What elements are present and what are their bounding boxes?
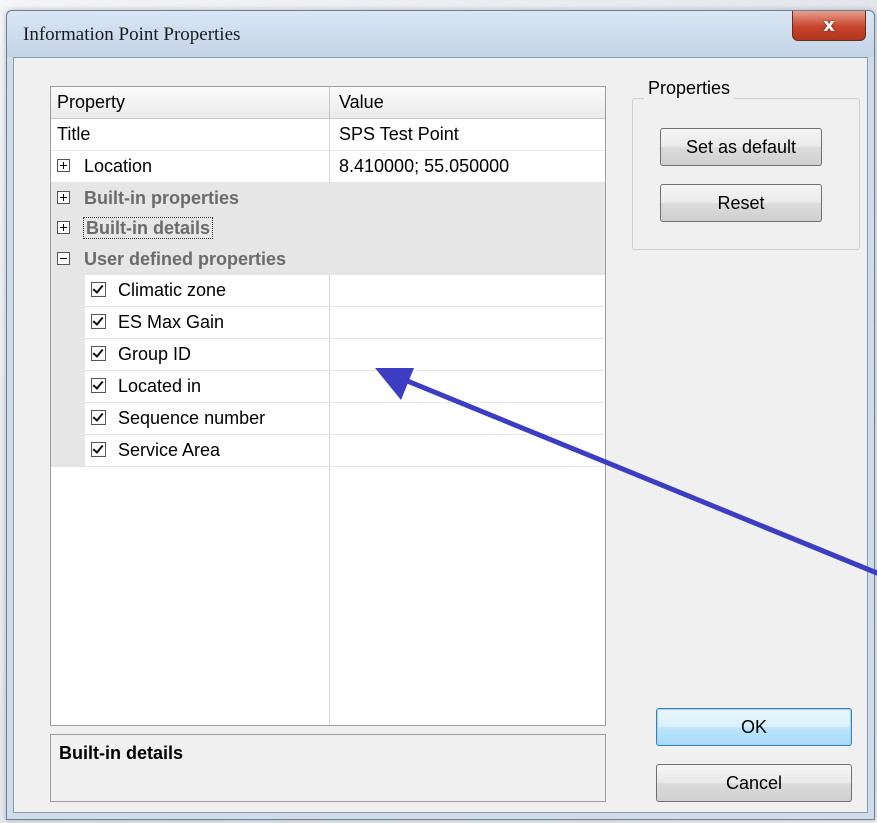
row-indent [51,275,85,306]
user-property-cell: Climatic zone [51,275,327,306]
column-header-property[interactable]: Property [57,87,327,118]
user-property-row[interactable]: Group ID [51,339,605,371]
close-icon: x [823,15,835,36]
header-divider [329,87,330,118]
row-indent [51,371,85,402]
checkbox-checked-icon[interactable] [91,346,106,362]
user-property-value[interactable] [339,403,601,434]
expand-plus-icon[interactable] [57,221,70,235]
checkbox-checked-icon[interactable] [91,410,106,426]
row-indent [51,403,85,434]
user-property-label: Sequence number [118,408,266,428]
category-label: Built-in properties [84,188,240,208]
window-title: Information Point Properties [23,24,241,45]
dialog-client-area: Property Value Title SPS Test Point Loca… [13,57,868,813]
property-value[interactable]: 8.410000; 55.050000 [339,151,601,182]
category-user-defined-properties[interactable]: User defined properties [51,243,605,275]
property-value[interactable]: SPS Test Point [339,119,601,150]
row-indent [51,339,85,370]
property-grid[interactable]: Property Value Title SPS Test Point Loca… [50,86,606,726]
user-property-value[interactable] [339,371,601,402]
user-property-label: Located in [118,376,202,396]
checkbox-checked-icon[interactable] [91,282,106,298]
category-built-in-properties[interactable]: Built-in properties [51,183,605,213]
grid-header: Property Value [51,87,605,119]
category-label-cell: Built-in details [57,213,327,243]
user-property-row[interactable]: Sequence number [51,403,605,435]
user-property-value[interactable] [339,275,601,306]
category-label-cell: Built-in properties [57,183,327,213]
user-property-cell: Service Area [51,435,327,466]
ok-button[interactable]: OK [656,708,852,746]
properties-groupbox [632,98,860,250]
user-property-label: ES Max Gain [118,312,225,332]
user-property-cell: Located in [51,371,327,402]
property-name: Title [57,124,91,144]
user-property-label: Group ID [118,344,192,364]
user-property-cell: ES Max Gain [51,307,327,338]
checkbox-checked-icon[interactable] [91,442,106,458]
cancel-button[interactable]: Cancel [656,764,852,802]
user-property-value[interactable] [339,435,601,466]
user-property-cell: Group ID [51,339,327,370]
checkbox-checked-icon[interactable] [91,314,106,330]
row-indent [51,307,85,338]
collapse-minus-icon[interactable] [57,252,70,266]
property-name-cell: Location [57,151,327,182]
category-label: User defined properties [84,249,287,269]
description-title: Built-in details [59,743,184,763]
user-property-row[interactable]: ES Max Gain [51,307,605,339]
expand-plus-icon[interactable] [57,159,70,173]
category-label-cell: User defined properties [57,243,327,275]
description-pane: Built-in details [50,734,606,802]
row-indent [51,435,85,466]
reset-button[interactable]: Reset [660,184,822,222]
user-property-label: Service Area [118,440,221,460]
properties-group-label: Properties [644,78,735,99]
set-as-default-button[interactable]: Set as default [660,128,822,166]
user-property-label: Climatic zone [118,280,227,300]
category-built-in-details[interactable]: Built-in details [51,213,605,243]
user-property-row[interactable]: Located in [51,371,605,403]
column-header-value[interactable]: Value [339,87,601,118]
properties-dialog: Information Point Properties x Property … [6,10,875,820]
property-name: Location [84,156,153,176]
user-property-value[interactable] [339,339,601,370]
grid-row-title[interactable]: Title SPS Test Point [51,119,605,151]
checkbox-checked-icon[interactable] [91,378,106,394]
user-property-row[interactable]: Service Area [51,435,605,467]
category-label: Built-in details [82,217,214,239]
grid-row-location[interactable]: Location 8.410000; 55.050000 [51,151,605,183]
user-property-value[interactable] [339,307,601,338]
close-button[interactable]: x [792,11,866,41]
user-property-row[interactable]: Climatic zone [51,275,605,307]
title-bar: Information Point Properties x [7,11,874,57]
user-property-cell: Sequence number [51,403,327,434]
expand-plus-icon[interactable] [57,191,70,205]
